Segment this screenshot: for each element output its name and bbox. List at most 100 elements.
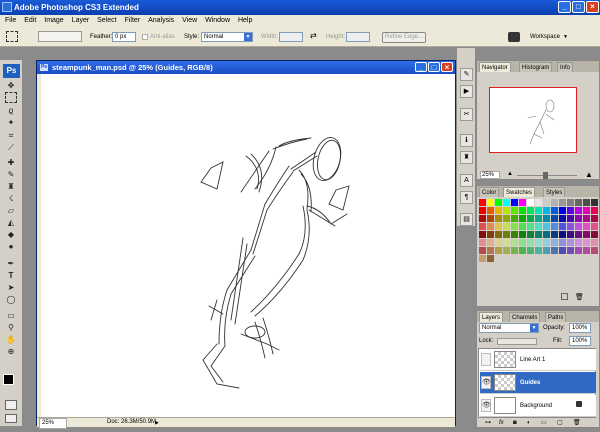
swatch-chip[interactable] bbox=[559, 199, 566, 206]
swatch-chip[interactable] bbox=[551, 207, 558, 214]
zoom-out-icon[interactable]: ▲ bbox=[507, 171, 513, 177]
navigator-preview[interactable] bbox=[489, 87, 577, 153]
swatch-chip[interactable] bbox=[583, 247, 590, 254]
swatch-chip[interactable] bbox=[575, 247, 582, 254]
swatch-chip[interactable] bbox=[519, 199, 526, 206]
paint-bucket-tool-icon[interactable]: ◭ bbox=[5, 217, 17, 228]
swatch-chip[interactable] bbox=[559, 239, 566, 246]
swatch-chip[interactable] bbox=[535, 239, 542, 246]
swatch-chip[interactable] bbox=[479, 247, 486, 254]
paragraph-panel-icon[interactable]: ¶ bbox=[460, 191, 473, 204]
swatch-chip[interactable] bbox=[575, 199, 582, 206]
swatch-chip[interactable] bbox=[503, 215, 510, 222]
menu-image[interactable]: Image bbox=[44, 17, 63, 24]
swatch-chip[interactable] bbox=[543, 215, 550, 222]
swatch-chip[interactable] bbox=[527, 199, 534, 206]
adjustment-layer-icon[interactable]: ◐ bbox=[527, 419, 531, 428]
zoom-in-icon[interactable]: ▲ bbox=[585, 170, 593, 179]
swatch-chip[interactable] bbox=[535, 223, 542, 230]
swatch-chip[interactable] bbox=[543, 223, 550, 230]
swatch-chip[interactable] bbox=[559, 247, 566, 254]
swatch-chip[interactable] bbox=[591, 247, 598, 254]
swatch-chip[interactable] bbox=[543, 247, 550, 254]
swatch-chip[interactable] bbox=[535, 231, 542, 238]
swatch-chip[interactable] bbox=[567, 247, 574, 254]
tab-color[interactable]: Color bbox=[479, 187, 500, 197]
swatch-chip[interactable] bbox=[575, 215, 582, 222]
tab-histogram[interactable]: Histogram bbox=[519, 62, 553, 72]
menu-help[interactable]: Help bbox=[238, 17, 252, 24]
tab-styles[interactable]: Styles bbox=[543, 187, 566, 197]
menu-select[interactable]: Select bbox=[97, 17, 116, 24]
document-minimize-button[interactable]: _ bbox=[415, 62, 427, 72]
swatch-chip[interactable] bbox=[551, 239, 558, 246]
swatch-chip[interactable] bbox=[591, 199, 598, 206]
swatch-chip[interactable] bbox=[591, 207, 598, 214]
navigator-zoom-field[interactable]: 25% bbox=[480, 171, 500, 179]
new-group-icon[interactable]: ▭ bbox=[541, 419, 547, 428]
swatch-chip[interactable] bbox=[551, 247, 558, 254]
swatch-chip[interactable] bbox=[519, 223, 526, 230]
marquee-tool-icon[interactable] bbox=[5, 92, 17, 103]
zoom-tool-icon[interactable]: ⊕ bbox=[5, 346, 17, 357]
brushes-panel-icon[interactable]: ✎ bbox=[460, 68, 473, 81]
layer-row-guides[interactable]: 👁 Guides bbox=[480, 372, 596, 394]
swatch-chip[interactable] bbox=[559, 207, 566, 214]
swatch-chip[interactable] bbox=[567, 207, 574, 214]
path-selection-tool-icon[interactable]: ➤ bbox=[5, 282, 17, 293]
screen-mode-icon[interactable] bbox=[5, 414, 17, 423]
swatch-chip[interactable] bbox=[495, 207, 502, 214]
swatch-chip[interactable] bbox=[527, 231, 534, 238]
feather-input[interactable]: 0 px bbox=[112, 32, 136, 42]
swatch-chip[interactable] bbox=[511, 247, 518, 254]
swatch-chip[interactable] bbox=[559, 231, 566, 238]
menu-layer[interactable]: Layer bbox=[72, 17, 90, 24]
swatch-chip[interactable] bbox=[535, 207, 542, 214]
swatch-chip[interactable] bbox=[583, 231, 590, 238]
foreground-color-swatch[interactable] bbox=[3, 374, 14, 385]
swatch-chip[interactable] bbox=[503, 231, 510, 238]
swatch-chip[interactable] bbox=[575, 223, 582, 230]
swatch-chip[interactable] bbox=[591, 215, 598, 222]
swatch-chip[interactable] bbox=[503, 247, 510, 254]
layer-style-icon[interactable]: fx bbox=[499, 419, 504, 428]
swatch-chip[interactable] bbox=[551, 199, 558, 206]
swatch-chip[interactable] bbox=[487, 239, 494, 246]
fill-input[interactable]: 100% bbox=[569, 336, 591, 346]
swatch-chip[interactable] bbox=[511, 199, 518, 206]
swatch-chip[interactable] bbox=[543, 207, 550, 214]
swatch-chip[interactable] bbox=[535, 247, 542, 254]
selection-mode-buttons[interactable] bbox=[38, 31, 82, 42]
swatch-chip[interactable] bbox=[479, 207, 486, 214]
opacity-input[interactable]: 100% bbox=[569, 323, 591, 333]
new-swatch-icon[interactable] bbox=[561, 293, 568, 300]
swatch-chip[interactable] bbox=[487, 231, 494, 238]
eyedropper-tool-icon[interactable]: ⚲ bbox=[5, 322, 17, 333]
layer-visibility-toggle[interactable] bbox=[481, 353, 491, 366]
dodge-tool-icon[interactable]: ● bbox=[5, 241, 17, 252]
swatch-chip[interactable] bbox=[519, 231, 526, 238]
shape-tool-icon[interactable]: ◯ bbox=[5, 294, 17, 305]
info-panel-icon[interactable]: ℹ bbox=[460, 134, 473, 147]
actions-panel-icon[interactable]: ▶ bbox=[460, 85, 473, 98]
swatch-chip[interactable] bbox=[495, 223, 502, 230]
brush-tool-icon[interactable]: ✎ bbox=[5, 169, 17, 180]
healing-brush-tool-icon[interactable]: ✚ bbox=[5, 157, 17, 168]
antialias-checkbox[interactable] bbox=[142, 34, 148, 40]
workspace-button[interactable]: Workspace bbox=[530, 32, 560, 42]
swatch-chip[interactable] bbox=[535, 215, 542, 222]
swatch-chip[interactable] bbox=[487, 207, 494, 214]
swatch-chip[interactable] bbox=[495, 247, 502, 254]
swatch-chip[interactable] bbox=[535, 199, 542, 206]
height-input[interactable] bbox=[346, 32, 370, 42]
swatch-chip[interactable] bbox=[591, 223, 598, 230]
swatch-chip[interactable] bbox=[567, 231, 574, 238]
swatch-chip[interactable] bbox=[511, 215, 518, 222]
swatch-chip[interactable] bbox=[543, 239, 550, 246]
crop-tool-icon[interactable]: ⌗ bbox=[5, 130, 17, 141]
swatch-chip[interactable] bbox=[591, 231, 598, 238]
status-menu-arrow-icon[interactable]: ▶ bbox=[155, 419, 159, 428]
swatch-chip[interactable] bbox=[583, 239, 590, 246]
swap-dimensions-icon[interactable]: ⇄ bbox=[310, 31, 317, 41]
clone-stamp-tool-icon[interactable]: ♜ bbox=[5, 181, 17, 192]
